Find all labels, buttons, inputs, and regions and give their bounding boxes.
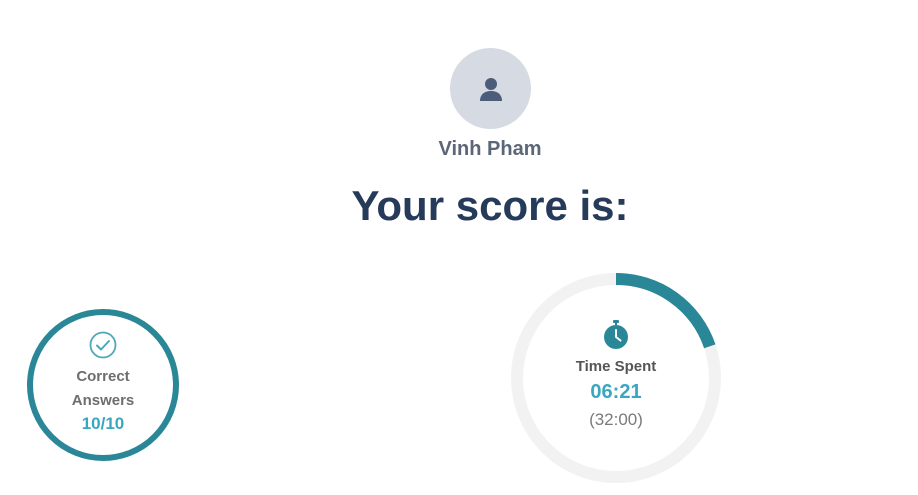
time-limit-value: (32:00): [589, 410, 643, 429]
stopwatch-icon: [604, 320, 628, 349]
user-silhouette-icon: [479, 77, 502, 101]
correct-answers-label: Correct Answers: [71, 368, 135, 409]
check-circle-icon: [89, 331, 117, 359]
score-heading: Your score is:: [351, 182, 629, 229]
avatar: [450, 48, 531, 129]
time-spent-label: Time Spent: [575, 358, 657, 375]
correct-answers-widget: Correct Answers 10/10: [25, 307, 181, 463]
time-spent-value: 06:21: [590, 381, 642, 403]
correct-answers-value: 10/10: [81, 414, 125, 433]
time-spent-widget: Time Spent 06:21 (32:00): [509, 271, 723, 485]
user-name: Vinh Pham: [438, 138, 542, 160]
quiz-result-page: Vinh Pham Your score is: Correct Answers…: [0, 0, 918, 495]
